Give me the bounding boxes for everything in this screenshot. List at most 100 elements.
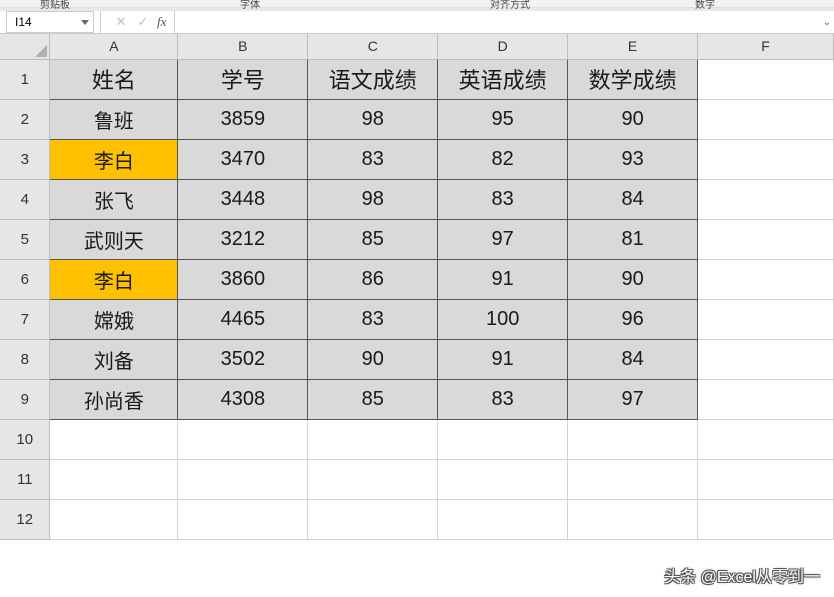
empty-cell[interactable]: [308, 419, 438, 459]
col-header-a[interactable]: A: [50, 34, 178, 59]
data-cell[interactable]: 90: [568, 259, 698, 299]
table-row: 4张飞3448988384: [0, 179, 834, 219]
empty-cell[interactable]: [698, 339, 834, 379]
row-header[interactable]: 6: [0, 259, 50, 299]
data-cell[interactable]: 4465: [178, 299, 308, 339]
empty-cell[interactable]: [308, 459, 438, 499]
empty-cell[interactable]: [438, 459, 568, 499]
data-cell[interactable]: 3859: [178, 99, 308, 139]
data-cell[interactable]: 4308: [178, 379, 308, 419]
header-cell[interactable]: 语文成绩: [308, 59, 438, 99]
row-header[interactable]: 7: [0, 299, 50, 339]
empty-cell[interactable]: [698, 99, 834, 139]
data-cell[interactable]: 3470: [178, 139, 308, 179]
empty-cell[interactable]: [698, 379, 834, 419]
data-cell[interactable]: 85: [308, 379, 438, 419]
row-header[interactable]: 9: [0, 379, 50, 419]
header-cell[interactable]: 英语成绩: [438, 59, 568, 99]
data-cell[interactable]: 93: [568, 139, 698, 179]
name-cell[interactable]: 鲁班: [50, 99, 178, 139]
data-cell[interactable]: 98: [308, 179, 438, 219]
data-cell[interactable]: 90: [308, 339, 438, 379]
empty-cell[interactable]: [50, 499, 178, 539]
row-header[interactable]: 2: [0, 99, 50, 139]
row-header[interactable]: 11: [0, 459, 50, 499]
data-cell[interactable]: 86: [308, 259, 438, 299]
name-cell[interactable]: 李白: [50, 259, 178, 299]
header-cell[interactable]: 学号: [178, 59, 308, 99]
name-cell[interactable]: 刘备: [50, 339, 178, 379]
col-header-d[interactable]: D: [438, 34, 568, 59]
name-cell[interactable]: 嫦娥: [50, 299, 178, 339]
row-header[interactable]: 1: [0, 59, 50, 99]
row-header[interactable]: 3: [0, 139, 50, 179]
data-cell[interactable]: 84: [568, 339, 698, 379]
col-header-c[interactable]: C: [308, 34, 438, 59]
empty-cell[interactable]: [438, 419, 568, 459]
data-cell[interactable]: 3212: [178, 219, 308, 259]
row-header[interactable]: 10: [0, 419, 50, 459]
name-cell[interactable]: 张飞: [50, 179, 178, 219]
empty-cell[interactable]: [698, 299, 834, 339]
empty-cell[interactable]: [568, 459, 698, 499]
empty-cell[interactable]: [698, 419, 834, 459]
empty-cell[interactable]: [698, 499, 834, 539]
data-cell[interactable]: 98: [308, 99, 438, 139]
empty-cell[interactable]: [50, 419, 178, 459]
data-cell[interactable]: 83: [308, 299, 438, 339]
name-cell[interactable]: 李白: [50, 139, 178, 179]
row-header[interactable]: 5: [0, 219, 50, 259]
data-cell[interactable]: 83: [308, 139, 438, 179]
empty-cell[interactable]: [698, 179, 834, 219]
empty-cell[interactable]: [50, 459, 178, 499]
row-header[interactable]: 12: [0, 499, 50, 539]
empty-cell[interactable]: [178, 419, 308, 459]
data-cell[interactable]: 83: [438, 379, 568, 419]
empty-cell[interactable]: [698, 219, 834, 259]
name-cell[interactable]: 武则天: [50, 219, 178, 259]
name-box[interactable]: I14: [6, 11, 94, 33]
data-cell[interactable]: 95: [438, 99, 568, 139]
cancel-icon[interactable]: ✕: [113, 14, 129, 30]
data-cell[interactable]: 81: [568, 219, 698, 259]
empty-cell[interactable]: [698, 139, 834, 179]
row-header[interactable]: 4: [0, 179, 50, 219]
data-cell[interactable]: 83: [438, 179, 568, 219]
empty-cell[interactable]: [308, 499, 438, 539]
spreadsheet-grid[interactable]: A B C D E F 1姓名学号语文成绩英语成绩数学成绩2鲁班38599895…: [0, 34, 834, 540]
col-header-f[interactable]: F: [698, 34, 834, 59]
data-cell[interactable]: 100: [438, 299, 568, 339]
data-cell[interactable]: 3502: [178, 339, 308, 379]
data-cell[interactable]: 91: [438, 259, 568, 299]
empty-cell[interactable]: [178, 459, 308, 499]
col-header-b[interactable]: B: [178, 34, 308, 59]
empty-cell[interactable]: [698, 259, 834, 299]
data-cell[interactable]: 97: [568, 379, 698, 419]
formula-expand-icon[interactable]: ⌄: [820, 17, 834, 28]
empty-cell[interactable]: [178, 499, 308, 539]
data-cell[interactable]: 3448: [178, 179, 308, 219]
header-cell[interactable]: 姓名: [50, 59, 178, 99]
data-cell[interactable]: 96: [568, 299, 698, 339]
col-header-e[interactable]: E: [568, 34, 698, 59]
enter-icon[interactable]: ✓: [135, 14, 151, 30]
empty-cell[interactable]: [568, 419, 698, 459]
empty-cell[interactable]: [438, 499, 568, 539]
empty-cell[interactable]: [698, 459, 834, 499]
name-cell[interactable]: 孙尚香: [50, 379, 178, 419]
empty-cell[interactable]: [698, 59, 834, 99]
fx-icon[interactable]: fx: [157, 14, 166, 30]
data-cell[interactable]: 91: [438, 339, 568, 379]
data-cell[interactable]: 90: [568, 99, 698, 139]
data-cell[interactable]: 84: [568, 179, 698, 219]
data-cell[interactable]: 82: [438, 139, 568, 179]
formula-input[interactable]: [174, 11, 820, 33]
data-cell[interactable]: 85: [308, 219, 438, 259]
data-cell[interactable]: 97: [438, 219, 568, 259]
empty-cell[interactable]: [568, 499, 698, 539]
select-all-corner[interactable]: [0, 34, 50, 59]
chevron-down-icon[interactable]: [81, 20, 89, 25]
data-cell[interactable]: 3860: [178, 259, 308, 299]
header-cell[interactable]: 数学成绩: [568, 59, 698, 99]
row-header[interactable]: 8: [0, 339, 50, 379]
